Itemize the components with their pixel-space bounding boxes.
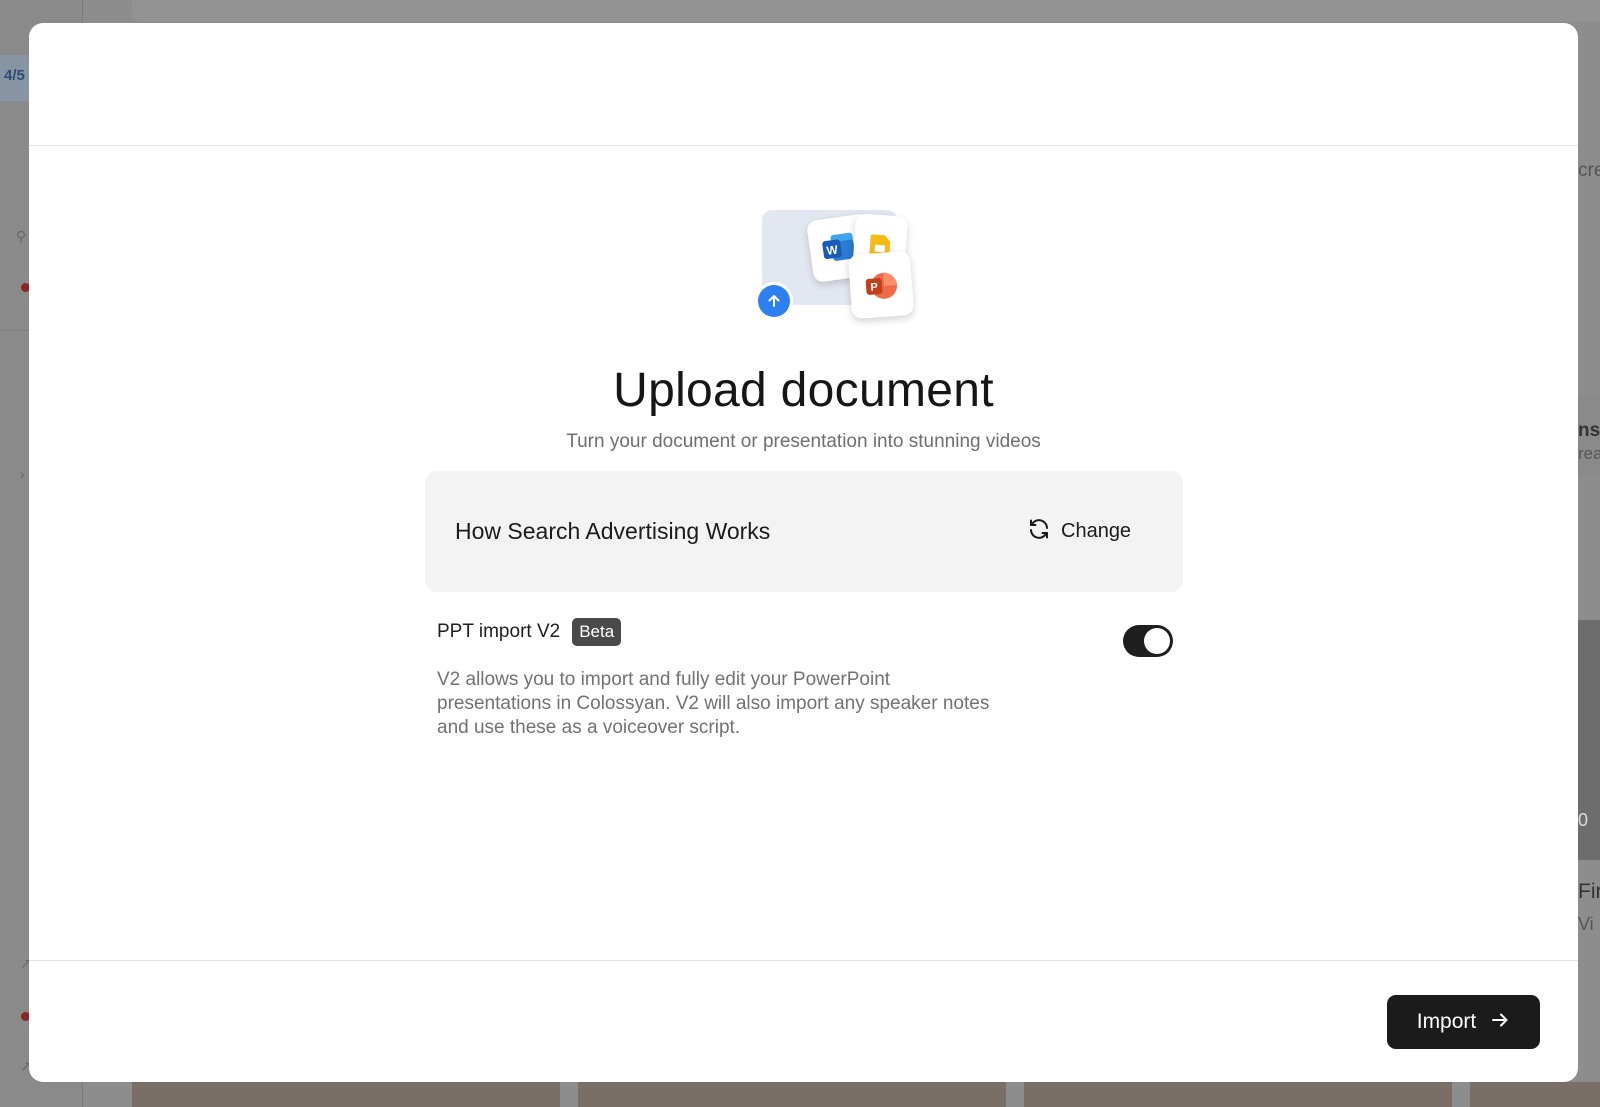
background-text-fragment: cre (1578, 160, 1600, 181)
background-video-thumbnail (1024, 1082, 1452, 1107)
refresh-icon (1027, 517, 1051, 546)
upload-document-modal: W P Upload document Turn your document o… (29, 23, 1578, 1082)
change-file-button[interactable]: Change (1015, 509, 1143, 553)
selected-file-box: How Search Advertising Works Change (425, 471, 1183, 592)
modal-title: Upload document (613, 364, 994, 417)
background-video-thumbnail (132, 1082, 560, 1107)
background-text-fragment: nst (1578, 420, 1600, 441)
import-button-label: Import (1416, 1010, 1477, 1033)
background-page-indicator: 4/5 (4, 67, 25, 84)
background-topbar (132, 0, 1600, 22)
background-text-fragment: 0 (1578, 810, 1589, 830)
document-illustration: W P (722, 185, 915, 320)
powerpoint-icon: P (847, 250, 915, 320)
background-video-thumbnail (1470, 1082, 1600, 1107)
background-text-fragment: Vi (1578, 914, 1594, 934)
import-button[interactable]: Import (1387, 995, 1540, 1049)
ppt-import-option: PPT import V2 Beta (437, 618, 622, 646)
background-filter-icon: ⚲ (16, 228, 27, 244)
background-text-fragment: Fir (1578, 880, 1600, 903)
background-chevron-icon: › (20, 466, 25, 482)
background-text-fragment: rea (1578, 444, 1600, 463)
ppt-import-toggle[interactable] (1123, 625, 1173, 657)
modal-footer (29, 960, 1578, 1082)
ppt-letter: P (870, 281, 878, 293)
ppt-import-label: PPT import V2 (437, 621, 561, 642)
toggle-knob (1144, 628, 1170, 654)
ppt-import-description: V2 allows you to import and fully edit y… (437, 669, 990, 738)
background-video-thumbnail (578, 1082, 1006, 1107)
arrow-right-icon (1490, 1010, 1510, 1035)
modal-subtitle: Turn your document or presentation into … (566, 431, 1041, 452)
change-button-label: Change (1061, 519, 1132, 542)
modal-header (29, 23, 1578, 146)
upload-badge (755, 282, 793, 320)
selected-file-name: How Search Advertising Works (455, 518, 771, 544)
beta-badge: Beta (572, 618, 622, 646)
upload-arrow-icon (758, 285, 790, 317)
